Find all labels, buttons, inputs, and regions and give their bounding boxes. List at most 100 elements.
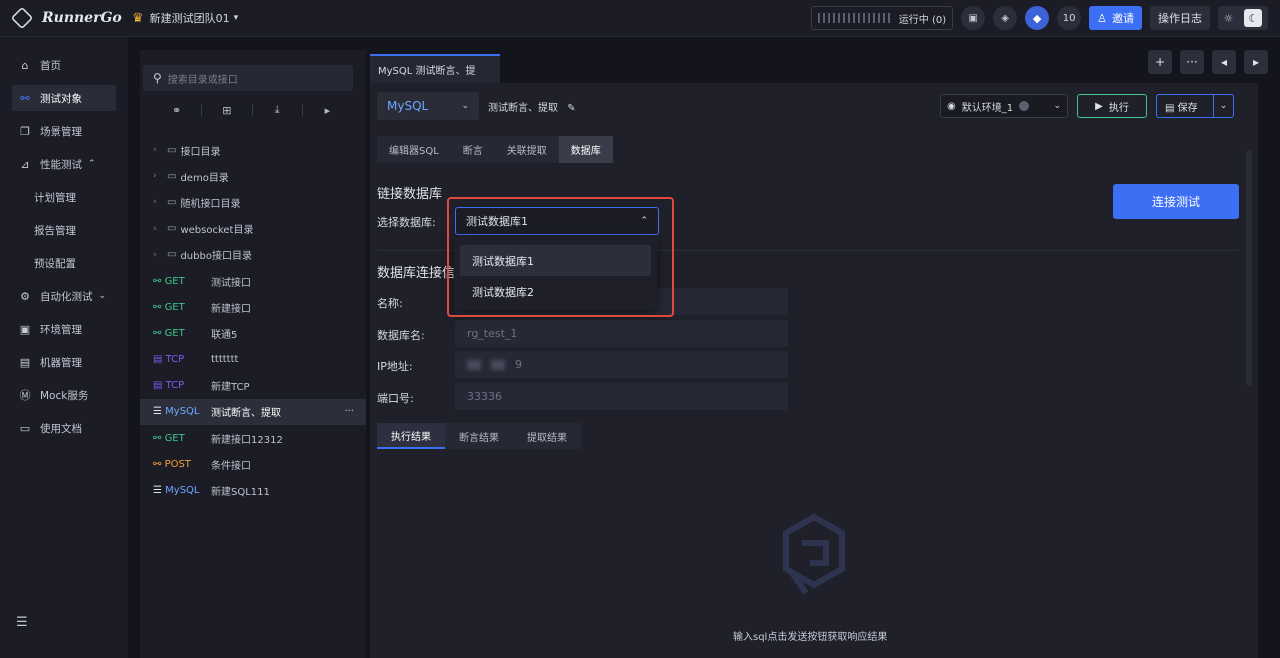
tab-extract-result[interactable]: 提取结果 [513,423,581,449]
add-api-icon[interactable]: ⚭ [152,104,201,117]
team-name: 新建测试团队01 [149,12,230,25]
search-input[interactable]: ⚲ 搜索目录或接口 [143,65,353,91]
environment-select[interactable]: ◉ 默认环境_1 ⌄ [940,94,1068,118]
select-db-label: 选择数据库: [377,216,436,229]
import-icon[interactable]: ⤓ [253,103,302,117]
more-icon[interactable]: ··· [1180,50,1204,74]
api-item[interactable]: ⚯ POST 条件接口 [140,451,366,477]
nav-item-performance[interactable]: ⊿ 性能测试 ⌃ [12,151,116,177]
api-item[interactable]: ☰ MySQL 新建SQL111 [140,477,366,503]
protocol-select[interactable]: MySQL ⌄ [377,92,479,120]
folder-item[interactable]: › ▭ websocket目录 [140,216,366,242]
chevron-down-icon[interactable]: ⌄ [1213,95,1233,117]
theme-toggle[interactable]: ☼ ☾ [1218,6,1268,30]
collapse-icon[interactable]: ▸ [303,104,352,117]
nav-item-docs[interactable]: ▭ 使用文档 [12,415,116,441]
tcp-icon: ▤ [153,380,166,392]
team-switcher[interactable]: ♛ 新建测试团队01 ▾ [132,10,238,26]
folder-item[interactable]: › ▭ demo目录 [140,163,366,189]
runnergo-logo-icon [10,6,34,30]
dbname-field[interactable]: rg_test_1 [455,320,788,347]
invite-button[interactable]: ♙ 邀请 [1089,6,1142,30]
chevron-down-icon: ⌄ [1053,101,1061,111]
api-item[interactable]: ⚯ GET 新建接口 [140,294,366,320]
brand-name: RunnerGo [42,10,122,26]
tab-database[interactable]: 数据库 [558,136,613,163]
api-item-active[interactable]: ☰ MySQL 测试断言、提取 ··· [140,398,366,426]
chevron-right-icon: › [153,223,157,234]
sun-icon[interactable]: ☼ [1224,12,1234,25]
tab-assertions[interactable]: 断言 [451,136,495,163]
field-label-name: 名称: [377,297,403,310]
nav-item-reports[interactable]: 报告管理 [12,217,116,243]
tab-exec-result[interactable]: 执行结果 [377,423,445,449]
cube-icon[interactable]: ◈ [993,6,1018,30]
api-item[interactable]: ▤ TCP ttttttt [140,347,366,373]
nav-item-automation[interactable]: ⚙ 自动化测试 ⌄ [12,283,116,309]
field-label-dbname: 数据库名: [377,329,425,342]
member-count[interactable]: 10 [1057,6,1082,30]
scrollbar[interactable] [1246,150,1252,386]
nav-item-presets[interactable]: 预设配置 [12,250,116,276]
operation-log-button[interactable]: 操作日志 [1150,6,1210,30]
execute-button[interactable]: ▶ 执行 [1077,94,1147,118]
search-icon: ⚲ [153,71,162,85]
nav-item-test-objects[interactable]: ⚯ 测试对象 [12,85,116,111]
directory-toolbar: ⚭ ⊞ ⤓ ▸ [152,103,352,117]
moon-icon[interactable]: ☾ [1244,9,1263,27]
nav-item-home[interactable]: ⌂ 首页 [12,52,116,78]
port-field[interactable]: 33336 [455,383,788,410]
nav-item-plans[interactable]: 计划管理 [12,184,116,210]
database-icon: ☰ [153,406,166,418]
nav-item-env[interactable]: ▣ 环境管理 [12,316,116,342]
chevron-right-icon: › [153,197,157,208]
crown-icon: ♛ [132,10,144,26]
chevron-right-icon: › [153,171,157,182]
add-tab-icon[interactable]: + [1148,50,1172,74]
link-icon: ⚯ [153,458,165,470]
folder-item[interactable]: › ▭ 随机接口目录 [140,189,366,215]
collapse-menu-icon[interactable]: ☰ [16,615,28,630]
nav-item-machines[interactable]: ▤ 机器管理 [12,349,116,375]
folder-icon: ▭ [167,144,177,156]
api-item[interactable]: ⚯ GET 测试接口 [140,268,366,294]
run-status[interactable]: 运行中 (0) [811,6,954,30]
dropdown-option-db1[interactable]: 测试数据库1 [460,245,651,276]
folder-item[interactable]: › ▭ 接口目录 [140,137,366,163]
tab-mysql-api[interactable]: MySQL 测试断言、提 [370,54,500,83]
top-bar: RunnerGo ♛ 新建测试团队01 ▾ 运行中 (0) ▣ ◈ ◆ 10 ♙… [0,0,1280,37]
invite-label: 邀请 [1112,12,1134,25]
tab-sql-editor[interactable]: 编辑器SQL [377,136,451,163]
server-icon: ▤ [19,355,31,369]
chevron-down-icon: ⌄ [461,101,469,111]
screen-icon[interactable]: ▣ [961,6,986,30]
tab-extract[interactable]: 关联提取 [495,136,559,163]
chevron-right-icon: › [153,249,157,260]
arrow-left-icon[interactable]: ◂ [1212,50,1236,74]
nav-item-scenes[interactable]: ❐ 场景管理 [12,118,116,144]
add-folder-icon[interactable]: ⊞ [202,104,251,117]
api-item[interactable]: ⚯ GET 联通5 [140,320,366,346]
folder-item[interactable]: › ▭ dubbo接口目录 [140,242,366,268]
nav-item-mock[interactable]: Ⓜ Mock服务 [12,382,116,408]
api-item[interactable]: ▤ TCP 新建TCP [140,373,366,399]
save-button[interactable]: ▤ 保存 ⌄ [1156,94,1234,118]
more-icon[interactable]: ··· [344,406,354,417]
eye-icon[interactable]: ◉ [947,101,956,112]
ip-field[interactable]: 9 [455,351,788,378]
chevron-down-icon: ⌄ [98,291,107,301]
redacted-block [491,359,505,370]
tab-assert-result[interactable]: 断言结果 [445,423,513,449]
edit-icon[interactable]: ✎ [567,103,575,114]
database-select[interactable]: 测试数据库1 ⌃ [455,207,659,235]
arrow-right-icon[interactable]: ▸ [1244,50,1268,74]
mock-icon: Ⓜ [19,389,31,402]
api-item[interactable]: ⚯ GET 新建接口12312 [140,425,366,451]
avatar[interactable]: ◆ [1025,6,1050,30]
clear-icon[interactable] [1019,101,1030,111]
field-label-port: 端口号: [377,392,414,405]
logo[interactable]: RunnerGo [10,6,132,30]
link-icon: ⚯ [153,432,165,444]
connect-test-button[interactable]: 连接测试 [1113,184,1239,219]
dropdown-option-db2[interactable]: 测试数据库2 [460,276,651,307]
